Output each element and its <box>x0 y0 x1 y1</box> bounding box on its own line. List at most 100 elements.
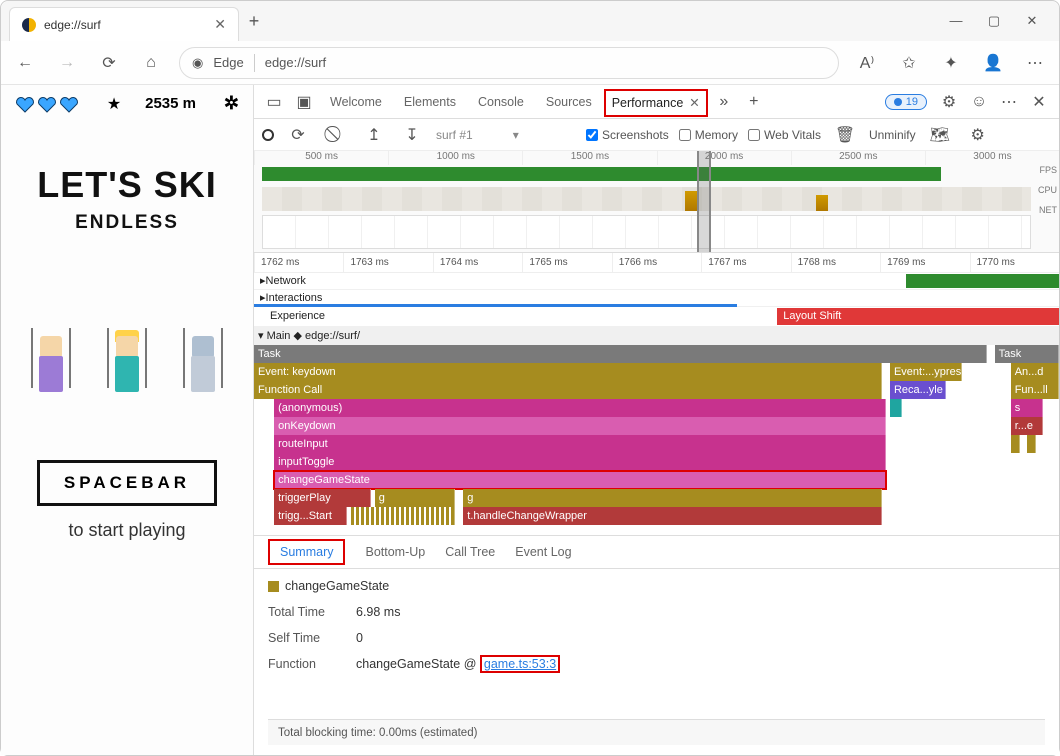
flame-event[interactable]: Event: keydown <box>254 363 882 381</box>
flame-inputtoggle[interactable]: inputToggle <box>274 453 886 471</box>
main-track-label: Main ◆ edge://surf/ <box>267 330 360 342</box>
settings-gear-icon[interactable]: ⚙ <box>935 88 963 116</box>
viewport-handle[interactable] <box>697 151 711 252</box>
inspect-icon[interactable]: ▭ <box>260 88 288 116</box>
map-icon[interactable]: 🗺 <box>926 121 954 149</box>
flame-routeinput[interactable]: routeInput <box>274 435 886 453</box>
start-hint: to start playing <box>68 520 185 541</box>
screenshots-checkbox[interactable]: Screenshots <box>586 128 669 142</box>
tab-welcome[interactable]: Welcome <box>320 85 392 119</box>
network-track[interactable]: ▸Network <box>254 273 1059 290</box>
upload-icon[interactable]: ↥ <box>360 121 388 149</box>
close-window-icon[interactable]: ✕ <box>1025 13 1039 29</box>
home-button[interactable]: ⌂ <box>137 49 165 77</box>
memory-checkbox[interactable]: Memory <box>679 128 738 142</box>
flame-s[interactable]: s <box>1011 399 1043 417</box>
screenshots-label: Screenshots <box>602 128 669 142</box>
read-aloud-icon[interactable]: A⁾ <box>853 49 881 77</box>
character-option[interactable] <box>179 322 227 412</box>
star-icon: ★ <box>107 94 121 114</box>
tracks: ▸Network ▸Interactions Experience Layout… <box>254 273 1059 535</box>
time-ruler: 1762 ms 1763 ms 1764 ms 1765 ms 1766 ms … <box>254 253 1059 273</box>
trash-icon[interactable]: 🗑 <box>831 121 859 149</box>
flame-g[interactable]: g <box>375 489 456 507</box>
tab-sources[interactable]: Sources <box>536 85 602 119</box>
flame-event[interactable]: An...d <box>1011 363 1059 381</box>
flame-task[interactable]: Task <box>995 345 1059 363</box>
flame-g[interactable]: g <box>463 489 882 507</box>
close-devtools-icon[interactable]: ✕ <box>1025 88 1053 116</box>
tab-elements[interactable]: Elements <box>394 85 466 119</box>
profile-icon[interactable]: 👤 <box>979 49 1007 77</box>
menu-icon[interactable]: ⋯ <box>1021 49 1049 77</box>
tick: 1000 ms <box>388 151 522 165</box>
minimize-icon[interactable]: ― <box>949 13 963 29</box>
color-swatch <box>268 581 279 592</box>
feedback-icon[interactable]: ☺ <box>965 88 993 116</box>
favorite-icon[interactable]: ✩ <box>895 49 923 77</box>
capture-settings-icon[interactable]: ⚙ <box>964 121 992 149</box>
flame-recalc[interactable]: Reca...yle <box>890 381 946 399</box>
flame-triggerplay[interactable]: triggerPlay <box>274 489 371 507</box>
webvitals-checkbox[interactable]: Web Vitals <box>748 128 821 142</box>
add-tab-icon[interactable]: + <box>740 88 768 116</box>
download-icon[interactable]: ↧ <box>398 121 426 149</box>
flame-funcall[interactable]: Function Call <box>254 381 882 399</box>
flame-bar[interactable] <box>351 507 456 525</box>
flame-onkeydown[interactable]: onKeydown <box>274 417 886 435</box>
ruler-tick: 1762 ms <box>254 253 343 272</box>
flame-event[interactable]: Event:...ypress <box>890 363 962 381</box>
character-option[interactable] <box>27 322 75 412</box>
heart-icon <box>59 95 79 113</box>
event-log-tab[interactable]: Event Log <box>515 545 571 559</box>
character-option-selected[interactable] <box>103 322 151 412</box>
reload-button[interactable]: ⟳ <box>95 49 123 77</box>
flame-re[interactable]: r...e <box>1011 417 1043 435</box>
titlebar: edge://surf ✕ + ― ▢ ✕ <box>1 1 1059 41</box>
interactions-track[interactable]: ▸Interactions <box>254 290 1059 307</box>
flame-bar[interactable] <box>890 399 902 417</box>
source-link[interactable]: game.ts:53:3 <box>484 657 556 671</box>
main-track-header[interactable]: ▾ Main ◆ edge://surf/ <box>254 327 1059 345</box>
flame-thandle[interactable]: t.handleChangeWrapper <box>463 507 882 525</box>
flame-trigstart[interactable]: trigg...Start <box>274 507 346 525</box>
ruler-tick: 1768 ms <box>791 253 880 272</box>
fps-bar <box>262 167 941 181</box>
overview-minimap[interactable]: 500 ms 1000 ms 1500 ms 2000 ms 2500 ms 3… <box>254 151 1059 253</box>
flame-funcall[interactable]: Fun...ll <box>1011 381 1059 399</box>
flame-changegamestate[interactable]: changeGameState <box>274 471 886 489</box>
flame-task[interactable]: Task <box>254 345 987 363</box>
tab-console[interactable]: Console <box>468 85 534 119</box>
unminify-button[interactable]: Unminify <box>869 128 916 142</box>
record-button[interactable] <box>262 129 274 141</box>
call-tree-tab[interactable]: Call Tree <box>445 545 495 559</box>
flame-bar[interactable] <box>1027 435 1037 453</box>
new-tab-button[interactable]: + <box>239 11 269 32</box>
reload-record-icon[interactable]: ⟳ <box>284 121 312 149</box>
tab-close-icon[interactable]: ✕ <box>689 95 699 110</box>
issues-badge[interactable]: 19 <box>885 94 927 110</box>
session-selector[interactable]: surf #1▾ <box>436 128 576 142</box>
device-icon[interactable]: ▣ <box>290 88 318 116</box>
browser-tab[interactable]: edge://surf ✕ <box>9 7 239 41</box>
tab-close-icon[interactable]: ✕ <box>214 16 226 33</box>
devtools-tabs: ▭ ▣ Welcome Elements Console Sources Per… <box>254 85 1059 119</box>
more-tabs-icon[interactable]: » <box>710 88 738 116</box>
tab-performance[interactable]: Performance <box>612 86 684 120</box>
collections-icon[interactable]: ✦ <box>937 49 965 77</box>
back-button[interactable]: ← <box>11 49 39 77</box>
tick: 2500 ms <box>791 151 925 165</box>
flame-chart[interactable]: Task Task Event: keydown Event:...ypress… <box>254 345 1059 535</box>
bottom-up-tab[interactable]: Bottom-Up <box>365 545 425 559</box>
flame-anon[interactable]: (anonymous) <box>274 399 886 417</box>
maximize-icon[interactable]: ▢ <box>987 13 1001 29</box>
summary-tab[interactable]: Summary <box>268 539 345 565</box>
experience-track[interactable]: Experience Layout Shift <box>254 307 1059 327</box>
settings-icon[interactable]: ✲ <box>224 93 239 114</box>
clear-icon[interactable]: ⃠ <box>322 121 350 149</box>
flame-bar[interactable] <box>1011 435 1021 453</box>
layout-shift-bar[interactable]: Layout Shift <box>777 308 1059 325</box>
ruler-tick: 1766 ms <box>612 253 701 272</box>
kebab-icon[interactable]: ⋯ <box>995 88 1023 116</box>
address-field[interactable]: ◉ Edge edge://surf <box>179 47 839 79</box>
